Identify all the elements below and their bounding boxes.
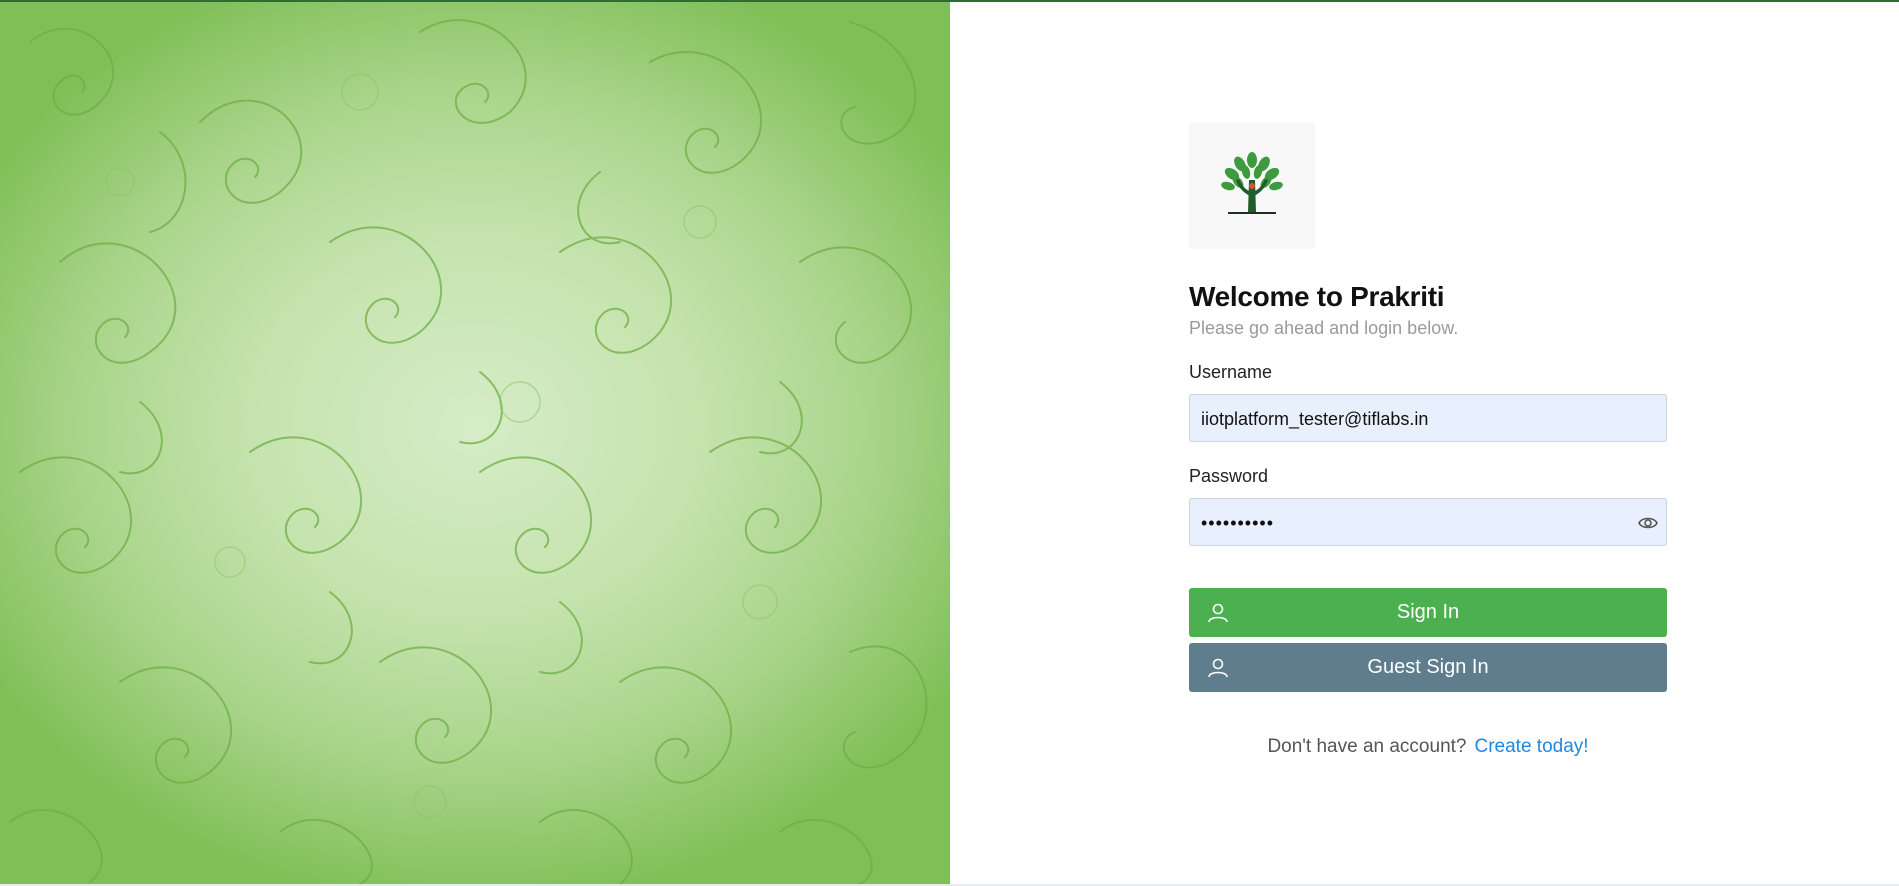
- guest-sign-in-button[interactable]: Guest Sign In: [1189, 643, 1667, 692]
- tree-hands-logo-icon: [1221, 152, 1283, 214]
- sign-in-label: Sign In: [1396, 601, 1460, 623]
- username-label: Username: [1189, 362, 1273, 382]
- create-account-link[interactable]: Create today!: [1474, 736, 1588, 757]
- password-label: Password: [1189, 466, 1269, 486]
- page-title: Welcome to Prakriti: [1189, 281, 1445, 312]
- signup-prompt: Don't have an account?: [1267, 736, 1467, 757]
- user-icon: [1208, 603, 1228, 623]
- sign-in-button[interactable]: Sign In: [1189, 588, 1667, 637]
- swirl-pattern: [9, 19, 928, 884]
- login-page: Welcome to Prakriti Please go ahead and …: [0, 0, 1899, 886]
- login-panel: Welcome to Prakriti Please go ahead and …: [950, 2, 1899, 884]
- eye-icon[interactable]: [1638, 515, 1658, 531]
- signup-row: Don't have an account? Create today!: [1189, 736, 1667, 758]
- page-subtitle: Please go ahead and login below.: [1189, 318, 1459, 338]
- username-input[interactable]: iiotplatform_tester@tiflabs.in: [1189, 394, 1667, 442]
- user-icon: [1208, 658, 1228, 678]
- brand-logo: [1189, 123, 1315, 249]
- password-input[interactable]: ••••••••••: [1189, 498, 1667, 546]
- guest-sign-in-label: Guest Sign In: [1367, 656, 1489, 678]
- hero-background-image: [0, 2, 950, 884]
